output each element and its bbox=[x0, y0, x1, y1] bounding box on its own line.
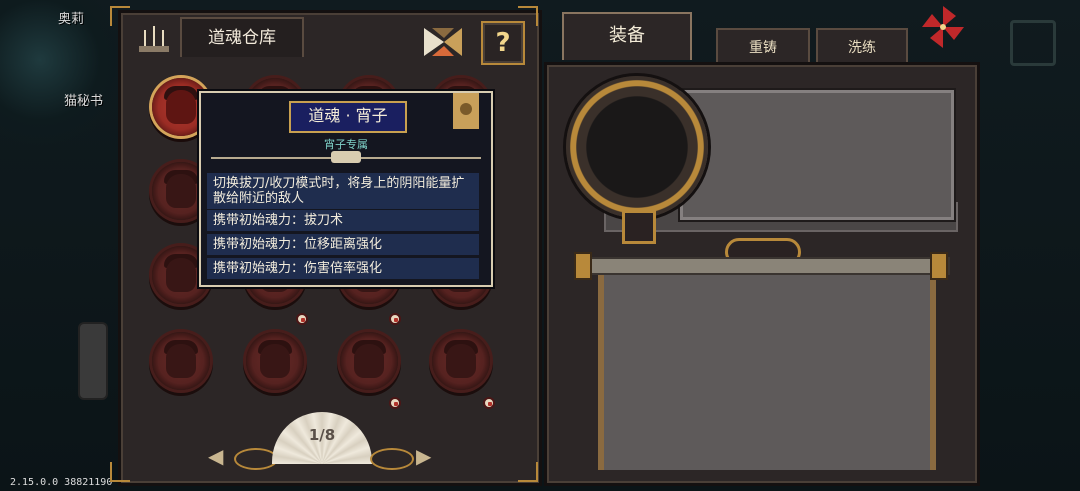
soul-medal[interactable] bbox=[152, 332, 210, 390]
tooltip-subtitle: 宵子专属 bbox=[324, 138, 368, 151]
help-button[interactable]: ? bbox=[481, 21, 525, 65]
next-page-button[interactable]: ▶ bbox=[416, 444, 431, 468]
pinwheel-icon bbox=[922, 6, 964, 48]
new-badge bbox=[483, 397, 495, 409]
soul-medal[interactable] bbox=[246, 332, 304, 390]
corner-ornament-tl bbox=[110, 6, 130, 26]
warehouse-title-tab: 道魂仓库 bbox=[180, 17, 304, 57]
tooltip-effect-description: 切换拔刀/收刀模式时，将身上的阴阳能量扩散给附近的敌人 bbox=[207, 173, 479, 209]
tab-refine[interactable]: 洗练 bbox=[816, 28, 908, 66]
tab-equip[interactable]: 装备 bbox=[562, 12, 692, 60]
new-badge bbox=[296, 313, 308, 325]
npc-name-cat-secretary: 猫秘书 bbox=[64, 94, 104, 109]
npc-name-olly: 奥莉 bbox=[58, 12, 85, 27]
side-ghost-icon bbox=[1010, 20, 1056, 66]
soul-medal[interactable] bbox=[432, 332, 490, 390]
description-scroll bbox=[598, 270, 936, 470]
side-lever bbox=[78, 322, 108, 400]
new-badge bbox=[389, 313, 401, 325]
tab-recast[interactable]: 重铸 bbox=[716, 28, 810, 66]
equip-slot-ring[interactable] bbox=[566, 76, 708, 218]
soul-tooltip: 道魂 · 宵子 宵子专属 切换拔刀/收刀模式时，将身上的阴阳能量扩散给附近的敌人… bbox=[199, 91, 493, 287]
scroll-cap-right bbox=[930, 252, 948, 280]
tooltip-divider-knob bbox=[331, 151, 361, 163]
warehouse-title: 道魂仓库 bbox=[208, 28, 276, 48]
corner-ornament-bl bbox=[110, 462, 130, 482]
scroll-cap-left bbox=[574, 252, 592, 280]
scroll-rod bbox=[576, 257, 950, 275]
soul-medal[interactable] bbox=[340, 332, 398, 390]
incense-icon bbox=[139, 26, 169, 52]
scroll-ornament-right bbox=[370, 448, 414, 470]
equip-info-box bbox=[680, 90, 954, 220]
ring-clasp bbox=[622, 210, 656, 244]
corner-ornament-br bbox=[518, 462, 538, 482]
tooltip-effect-line: 携带初始魂力：拔刀术 bbox=[207, 210, 479, 231]
new-badge bbox=[389, 397, 401, 409]
tooltip-effect-line: 携带初始魂力：伤害倍率强化 bbox=[207, 258, 479, 279]
medal-face bbox=[166, 90, 196, 124]
tangram-icon[interactable] bbox=[424, 24, 464, 60]
page-indicator: 1/8 bbox=[308, 426, 336, 444]
tooltip-effect-line: 携带初始魂力：位移距离强化 bbox=[207, 234, 479, 255]
bookmark-icon bbox=[453, 93, 479, 129]
prev-page-button[interactable]: ◀ bbox=[208, 444, 223, 468]
tooltip-title: 道魂 · 宵子 bbox=[289, 101, 407, 133]
version-label: 2.15.0.0 38821190 bbox=[10, 477, 113, 488]
